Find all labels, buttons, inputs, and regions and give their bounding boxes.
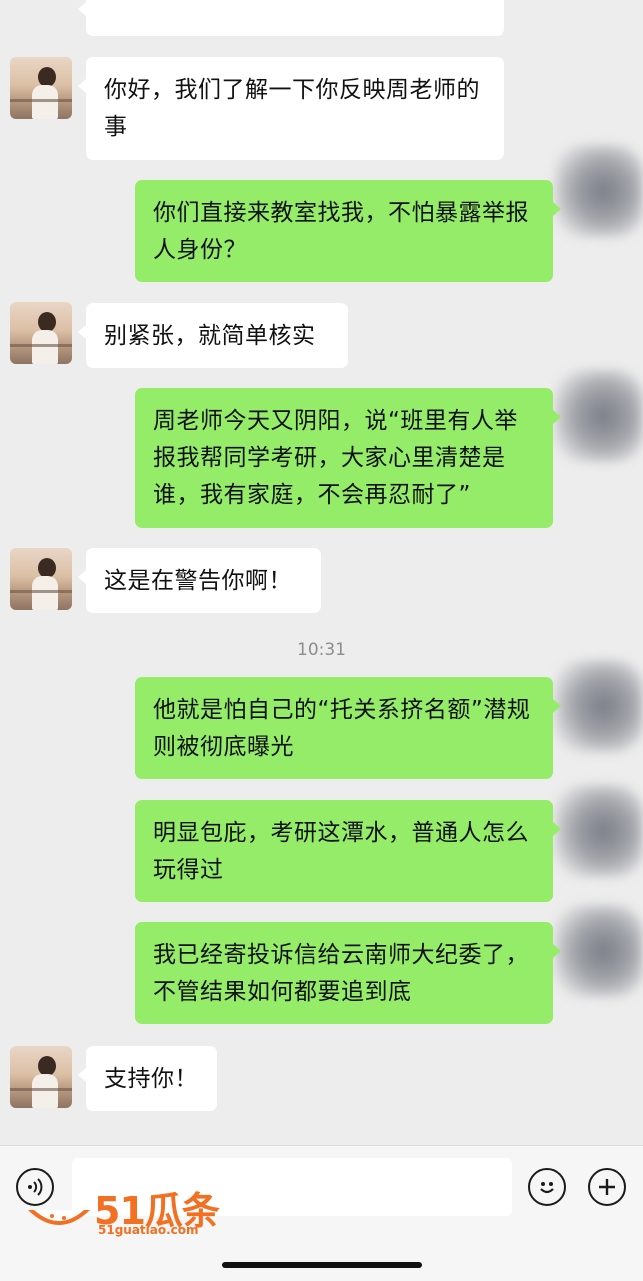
message-text: 支持你！	[104, 1066, 198, 1092]
message-text: 这是在警告你啊！	[104, 568, 292, 594]
message-text: 明显包庇，考研这潭水，普通人怎么玩得过	[153, 820, 529, 883]
self-avatar-blurred[interactable]	[555, 145, 643, 237]
message-text: 周老师今天又阴阳，说“班里有人举报我帮同学考研，大家心里清楚是谁，我有家庭，不会…	[153, 408, 518, 508]
message-sent[interactable]: 我已经寄投诉信给云南师大纪委了，不管结果如何都要追到底	[135, 922, 561, 1024]
contact-avatar[interactable]	[10, 302, 72, 364]
watermelon-logo-icon	[28, 1210, 90, 1225]
message-text: 你们直接来教室找我，不怕暴露举报人身份？	[153, 200, 529, 263]
plus-icon[interactable]	[588, 1168, 626, 1206]
message-received[interactable]: 你好，我们了解一下你反映周老师的事	[78, 57, 504, 160]
smiley-icon	[540, 1182, 554, 1194]
self-avatar-blurred[interactable]	[555, 370, 643, 462]
message-text: 他就是怕自己的“托关系挤名额”潜规则被彻底曝光	[153, 697, 531, 760]
message-received[interactable]: 这是在警告你啊！	[78, 548, 321, 613]
emoji-icon[interactable]	[528, 1168, 566, 1206]
self-avatar-blurred[interactable]	[555, 785, 643, 877]
message-timestamp: 10:31	[297, 640, 346, 660]
message-sent[interactable]: 你们直接来教室找我，不怕暴露举报人身份？	[135, 180, 561, 282]
self-avatar-blurred[interactable]	[555, 905, 643, 997]
contact-avatar[interactable]	[10, 1046, 72, 1108]
message-sent[interactable]: 明显包庇，考研这潭水，普通人怎么玩得过	[135, 800, 561, 902]
contact-avatar[interactable]	[10, 548, 72, 610]
add-icon	[599, 1179, 615, 1195]
message-received[interactable]: 别紧张，就简单核实	[78, 303, 348, 368]
watermark-url: 51guatiao.com	[98, 1223, 199, 1237]
message-received[interactable]: 支持你！	[78, 1046, 217, 1111]
message-sent[interactable]: 周老师今天又阴阳，说“班里有人举报我帮同学考研，大家心里清楚是谁，我有家庭，不会…	[135, 388, 561, 528]
message-sent[interactable]: 他就是怕自己的“托关系挤名额”潜规则被彻底曝光	[135, 677, 561, 779]
home-indicator[interactable]	[222, 1262, 422, 1268]
message-text: 你好，我们了解一下你反映周老师的事	[104, 77, 480, 140]
message-text: 我已经寄投诉信给云南师大纪委了，不管结果如何都要追到底	[153, 942, 529, 1005]
contact-avatar[interactable]	[10, 57, 72, 119]
message-text: 别紧张，就简单核实	[104, 323, 316, 349]
message-bubble-partial	[78, 0, 504, 36]
watermark-logo: 51瓜条 51guatiao.com	[24, 1180, 224, 1242]
self-avatar-blurred[interactable]	[555, 660, 643, 752]
chat-area[interactable]: 你好，我们了解一下你反映周老师的事 你们直接来教室找我，不怕暴露举报人身份？ 别…	[0, 0, 643, 1145]
